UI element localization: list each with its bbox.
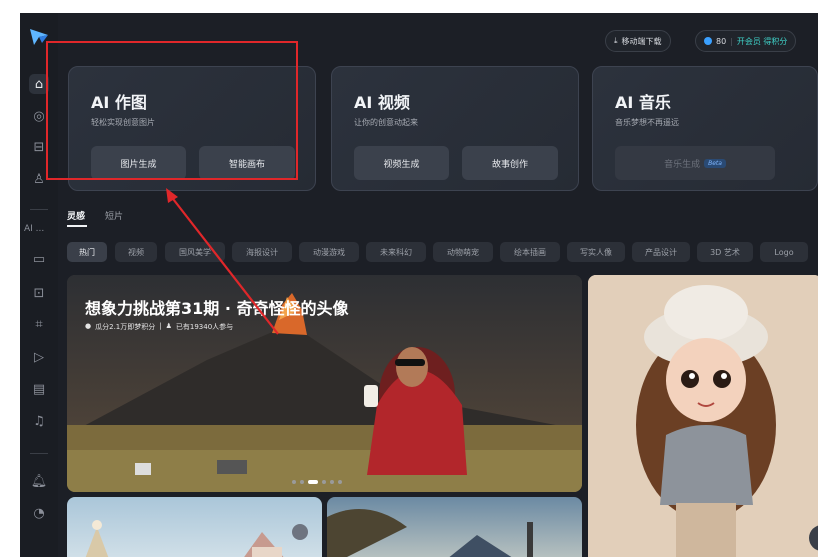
snow-image	[85, 520, 308, 557]
banner-meta: ● 瓜分2.1万即梦积分 | ♟ 已有19340人参与	[85, 322, 234, 331]
ai-music-card: AI 音乐 音乐梦想不再遥远 音乐生成 Beta	[592, 66, 818, 191]
chip-picturebook[interactable]: 绘本插画	[500, 242, 560, 262]
folder-icon[interactable]: ▭	[29, 249, 49, 269]
image-generate-icon[interactable]: ⊡	[29, 283, 49, 303]
points-button[interactable]: 80 | 开会员 得积分	[695, 30, 797, 52]
story-create-button[interactable]: 故事创作	[462, 146, 558, 180]
highlight-box	[46, 41, 298, 180]
chip-logo[interactable]: Logo	[760, 242, 808, 262]
card-subtitle: 让你的创意动起来	[354, 118, 418, 127]
tab-inspiration[interactable]: 灵感	[67, 209, 85, 222]
doll-image	[588, 275, 818, 557]
chip-anime[interactable]: 动漫游戏	[299, 242, 359, 262]
banner-title: 想象力挑战第31期 · 奇奇怪怪的头像	[85, 299, 349, 318]
landscape-image	[327, 509, 533, 557]
pager-dot-active[interactable]	[308, 480, 318, 484]
ai-video-card: AI 视频 让你的创意动起来 视频生成 故事创作	[331, 66, 579, 191]
points-icon	[704, 37, 712, 45]
gallery-item-snow[interactable]	[67, 497, 322, 557]
pager-dot[interactable]	[300, 480, 304, 484]
sidebar-ai-label: AI ...	[24, 224, 45, 234]
chip-video[interactable]: 视频	[115, 242, 157, 262]
chip-scifi[interactable]: 未来科幻	[366, 242, 426, 262]
video-generate-icon[interactable]: ▷	[29, 347, 49, 367]
story-icon[interactable]: ▤	[29, 379, 49, 399]
sidebar-divider	[30, 209, 48, 210]
chip-product[interactable]: 产品设计	[632, 242, 690, 262]
beta-badge: Beta	[704, 158, 726, 168]
music-icon[interactable]: ♫	[29, 411, 49, 431]
chip-pets[interactable]: 动物萌宠	[433, 242, 493, 262]
download-icon: ⤓	[614, 36, 618, 45]
video-generate-button[interactable]: 视频生成	[354, 146, 449, 180]
chip-poster[interactable]: 海报设计	[232, 242, 292, 262]
sidebar-divider	[30, 453, 48, 454]
challenge-banner[interactable]: 想象力挑战第31期 · 奇奇怪怪的头像 ● 瓜分2.1万即梦积分 | ♟ 已有1…	[67, 275, 582, 492]
tab-indicator	[67, 225, 87, 227]
chip-hot[interactable]: 热门	[67, 242, 107, 262]
pager-dot[interactable]	[292, 480, 296, 484]
banner-reward: 瓜分2.1万即梦积分	[95, 323, 156, 331]
card-title: AI 视频	[354, 93, 410, 112]
card-subtitle: 音乐梦想不再遥远	[615, 118, 679, 127]
banner-pager	[292, 480, 342, 484]
mobile-download-button[interactable]: ⤓ 移动端下载	[605, 30, 671, 52]
card-title: AI 音乐	[615, 93, 671, 112]
pager-dot[interactable]	[338, 480, 342, 484]
reward-icon: ●	[85, 322, 92, 330]
chip-3d[interactable]: 3D 艺术	[697, 242, 753, 262]
canvas-icon[interactable]: ⌗	[29, 314, 49, 334]
points-count: 80	[716, 36, 727, 46]
chip-portrait[interactable]: 写实人像	[567, 242, 625, 262]
gallery-item-doll[interactable]	[588, 275, 818, 557]
vip-label: 开会员 得积分	[736, 36, 788, 46]
participants-icon: ♟	[165, 322, 172, 330]
banner-participants: 已有19340人参与	[175, 323, 234, 331]
pager-dot[interactable]	[322, 480, 326, 484]
notification-icon[interactable]: 🔔︎	[29, 471, 49, 491]
chip-guofeng[interactable]: 国风美学	[165, 242, 225, 262]
pager-dot[interactable]	[330, 480, 334, 484]
music-generate-button[interactable]: 音乐生成 Beta	[615, 146, 775, 180]
feedback-icon[interactable]: ◔	[29, 503, 49, 523]
tab-shorts[interactable]: 短片	[105, 209, 123, 222]
gallery-item-landscape[interactable]	[327, 497, 582, 557]
